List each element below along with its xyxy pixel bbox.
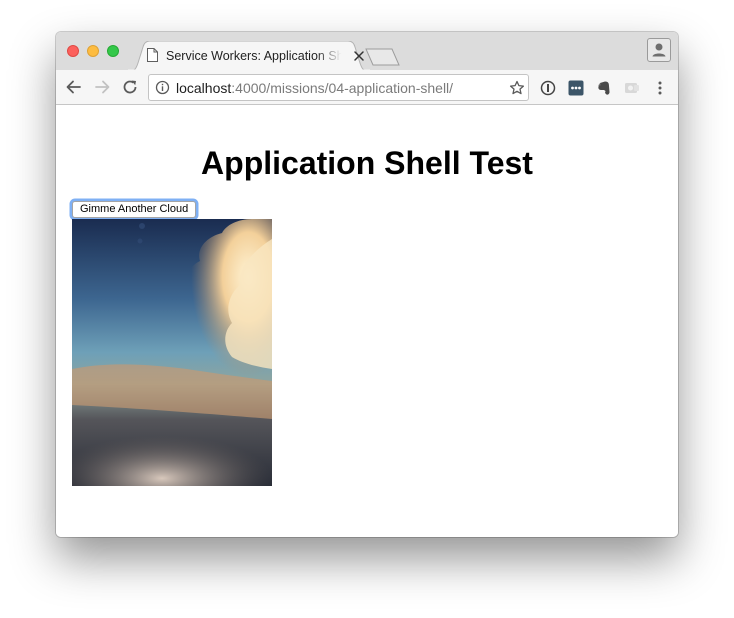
tab-title-fade bbox=[316, 47, 350, 65]
zoom-window-button[interactable] bbox=[107, 45, 119, 57]
url-host: localhost bbox=[176, 80, 232, 96]
gimme-another-cloud-button[interactable]: Gimme Another Cloud bbox=[72, 201, 197, 218]
password-manager-icon[interactable] bbox=[540, 80, 556, 96]
evernote-icon[interactable] bbox=[596, 80, 612, 96]
page-content: Application Shell Test Gimme Another Clo… bbox=[56, 105, 678, 537]
profile-button[interactable] bbox=[647, 38, 671, 62]
document-icon bbox=[147, 48, 158, 62]
tab-strip: Service Workers: Application Shell bbox=[56, 32, 678, 71]
page-title: Application Shell Test bbox=[201, 145, 533, 181]
info-icon[interactable] bbox=[155, 80, 170, 95]
address-bar[interactable]: localhost:4000/missions/04-application-s… bbox=[148, 74, 529, 101]
star-icon[interactable] bbox=[509, 80, 525, 96]
url-path: :4000/missions/04-application-shell/ bbox=[231, 80, 454, 96]
reload-icon[interactable] bbox=[121, 78, 139, 96]
url-text[interactable]: localhost:4000/missions/04-application-s… bbox=[176, 79, 453, 97]
minimize-window-button[interactable] bbox=[87, 45, 99, 57]
toolbar: localhost:4000/missions/04-application-s… bbox=[56, 70, 678, 105]
close-window-button[interactable] bbox=[67, 45, 79, 57]
close-icon[interactable] bbox=[353, 50, 365, 62]
tab-active[interactable]: Service Workers: Application Shell bbox=[128, 41, 370, 71]
browser-window: Service Workers: Application Shell local… bbox=[56, 32, 678, 537]
menu-dots-icon[interactable] bbox=[652, 80, 668, 96]
extension-badge-icon[interactable] bbox=[568, 80, 584, 96]
cloud-photo bbox=[72, 219, 272, 486]
new-tab-icon[interactable] bbox=[365, 48, 401, 66]
profile-icon bbox=[652, 43, 666, 57]
forward-arrow-icon[interactable] bbox=[93, 78, 111, 96]
extension-icon[interactable] bbox=[624, 80, 640, 96]
back-arrow-icon[interactable] bbox=[65, 78, 83, 96]
